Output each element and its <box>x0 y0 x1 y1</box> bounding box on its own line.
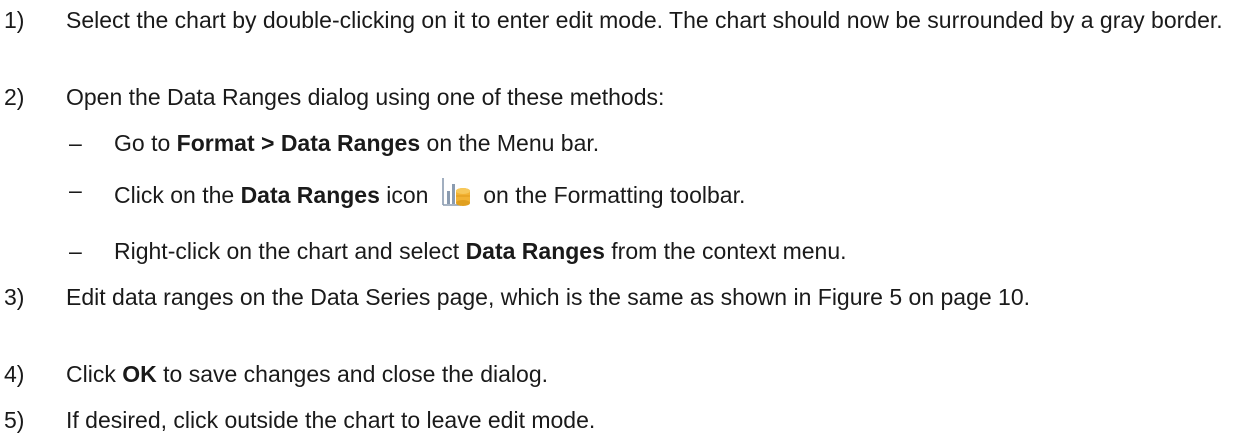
step-number: 2) <box>4 84 25 110</box>
command-name: Data Ranges <box>240 182 380 208</box>
step-number: 3) <box>4 284 25 310</box>
list-dash: – <box>69 130 82 156</box>
step-4: 4) Click OK to save changes and close th… <box>0 359 1258 390</box>
step-text: Open the Data Ranges dialog using one of… <box>66 84 665 110</box>
method-text-post: from the context menu. <box>604 238 847 264</box>
step-number: 1) <box>4 7 25 33</box>
step-text: Edit data ranges on the Data Series page… <box>66 284 1031 310</box>
method-text-post: on the Menu bar. <box>420 130 600 156</box>
method-toolbar-icon: – Click on the Data Ranges icon on the F… <box>0 175 1258 211</box>
method-text-pre: Right-click on the chart and select <box>114 238 466 264</box>
step-text-post: to save changes and close the dialog. <box>156 361 549 387</box>
command-name: Data Ranges <box>465 238 605 264</box>
ok-label: OK <box>122 361 157 387</box>
step-number: 4) <box>4 361 25 387</box>
step-5: 5) If desired, click outside the chart t… <box>0 405 1258 436</box>
list-dash: – <box>69 238 82 264</box>
menu-path: Format > Data Ranges <box>176 130 421 156</box>
method-text-mid: icon <box>379 182 429 208</box>
step-3: 3) Edit data ranges on the Data Series p… <box>0 282 1258 313</box>
step-text-pre: Click <box>66 361 123 387</box>
method-text-post: on the Formatting toolbar. <box>483 182 746 208</box>
list-dash: – <box>69 177 82 203</box>
data-ranges-icon <box>439 175 473 209</box>
method-text-pre: Go to <box>114 130 177 156</box>
step-number: 5) <box>4 407 25 433</box>
step-text: If desired, click outside the chart to l… <box>66 407 596 433</box>
step-2: 2) Open the Data Ranges dialog using one… <box>0 82 1258 113</box>
step-text: Select the chart by double-clicking on i… <box>66 7 1223 33</box>
step-1: 1) Select the chart by double-clicking o… <box>0 5 1258 36</box>
method-text-pre: Click on the <box>114 182 241 208</box>
method-context-menu: – Right-click on the chart and select Da… <box>0 236 1258 267</box>
method-menu-bar: – Go to Format > Data Ranges on the Menu… <box>0 128 1258 159</box>
